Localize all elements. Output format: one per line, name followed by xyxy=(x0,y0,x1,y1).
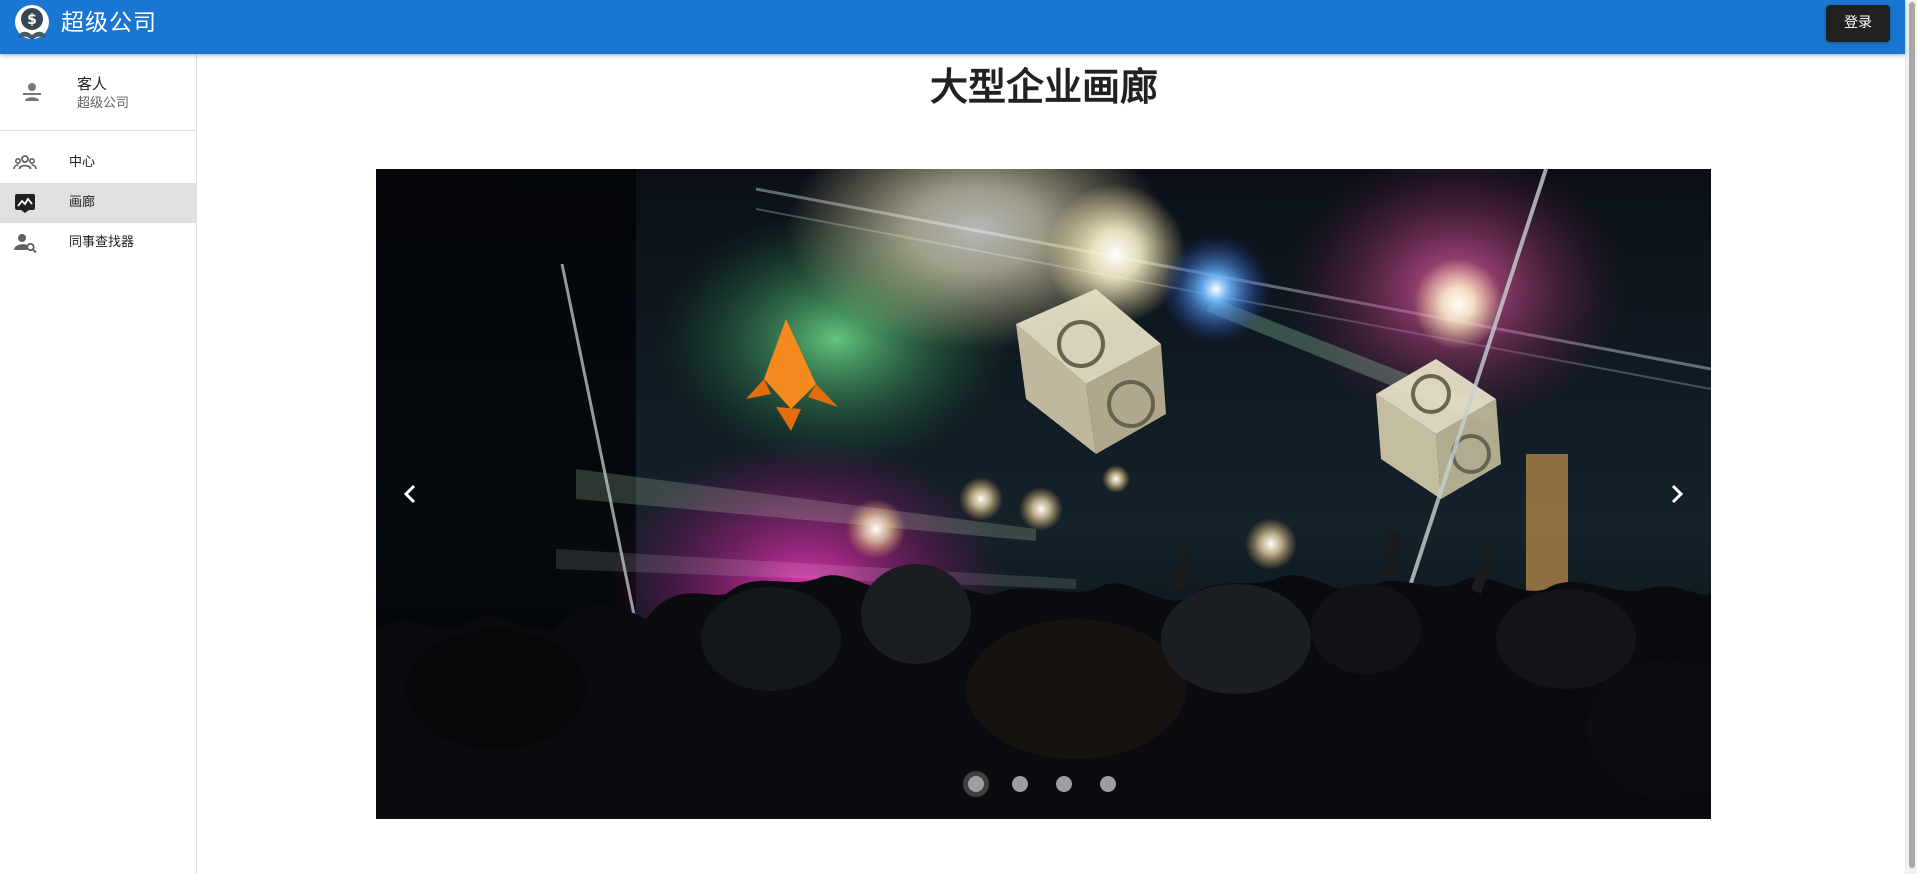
sidebar-item-label: 中心 xyxy=(69,155,96,170)
carousel-dot-4[interactable] xyxy=(1100,776,1116,792)
sidebar-nav: 中心 画廊 同事查找器 xyxy=(0,143,196,263)
sidebar-item-colleague-finder[interactable]: 同事查找器 xyxy=(0,223,196,263)
top-app-bar: $ 超级公司 登录 xyxy=(0,0,1905,54)
group-icon xyxy=(13,155,37,170)
image-carousel[interactable] xyxy=(376,169,1711,819)
carousel-dot-1[interactable] xyxy=(968,776,984,792)
page-title: 大型企业画廊 xyxy=(929,65,1158,109)
gallery-icon xyxy=(15,194,35,213)
person-icon xyxy=(23,83,41,101)
dollar-hand-logo-icon[interactable]: $ xyxy=(14,4,50,44)
chevron-right-icon[interactable] xyxy=(1655,472,1699,516)
scrollbar-thumb[interactable] xyxy=(1909,2,1915,868)
login-button[interactable]: 登录 xyxy=(1826,5,1890,42)
app-title: 超级公司 xyxy=(61,10,157,36)
sidebar-item-label: 同事查找器 xyxy=(69,235,135,250)
sidebar: 客人 超级公司 中心 画廊 同事查找器 xyxy=(0,54,197,874)
sidebar-item-label: 画廊 xyxy=(69,195,96,210)
user-name: 客人 xyxy=(77,75,108,93)
sidebar-item-gallery[interactable]: 画廊 xyxy=(0,183,196,223)
user-profile-card: 客人 超级公司 xyxy=(0,54,196,131)
app-window: $ 超级公司 登录 客人 超级公司 中心 画廊 同事查找器 大型企业画廊 xyxy=(0,0,1917,874)
user-company: 超级公司 xyxy=(77,96,130,111)
carousel-dot-3[interactable] xyxy=(1056,776,1072,792)
carousel-slide-concert-image xyxy=(376,169,1711,819)
vertical-scrollbar[interactable] xyxy=(1905,0,1917,874)
chevron-left-icon[interactable] xyxy=(388,472,432,516)
carousel-dot-2[interactable] xyxy=(1012,776,1028,792)
person-search-icon xyxy=(14,234,37,254)
carousel-indicators xyxy=(959,770,1149,800)
sidebar-item-center[interactable]: 中心 xyxy=(0,143,196,183)
svg-text:$: $ xyxy=(27,12,37,28)
